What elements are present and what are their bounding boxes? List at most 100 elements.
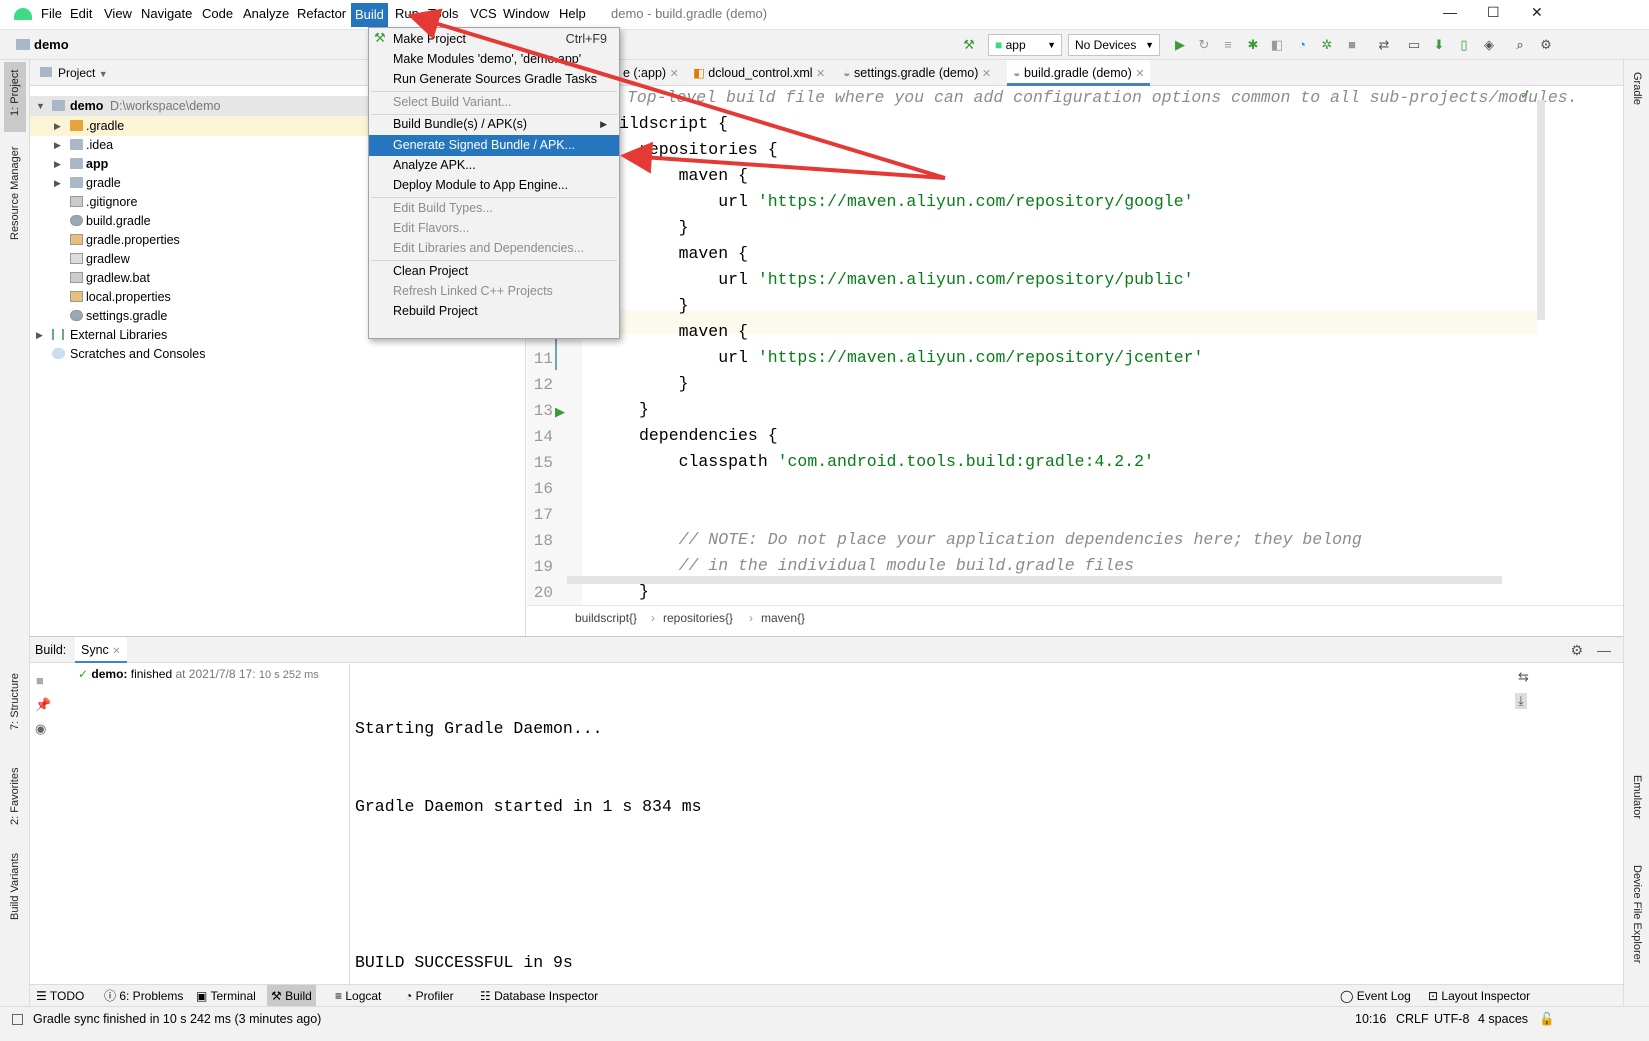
close-icon[interactable]: ✕ — [670, 68, 679, 80]
tool-terminal[interactable]: ▣ Terminal — [196, 985, 256, 1007]
menu-item-refresh-cpp[interactable]: Refresh Linked C++ Projects — [369, 281, 619, 302]
soft-wrap-icon[interactable]: ⇆ — [1518, 669, 1529, 685]
code-line[interactable]: url 'https://maven.aliyun.com/repository… — [639, 348, 1203, 367]
run-config-select[interactable]: ■ app ▼ — [988, 34, 1062, 56]
chevron-right-icon[interactable]: ▶ — [54, 154, 61, 174]
sdk-manager-icon[interactable]: ⬇ — [1432, 38, 1446, 52]
run-gutter-icon[interactable]: ▶ — [555, 404, 565, 420]
breadcrumb-buildscript[interactable]: buildscript{} — [575, 606, 637, 630]
breadcrumb-repositories[interactable]: repositories{} — [663, 606, 733, 630]
build-task-row[interactable]: ✓ demo: finished at 2021/7/8 17: 10 s 25… — [78, 664, 319, 684]
tab-structure[interactable]: 7: Structure — [9, 673, 21, 730]
menu-item-build-bundles[interactable]: Build Bundle(s) / APK(s) ▶ — [369, 114, 619, 135]
menu-window[interactable]: Window — [503, 6, 549, 21]
minimize-panel-icon[interactable]: — — [1597, 637, 1611, 663]
code-line[interactable]: } — [639, 582, 649, 601]
chevron-right-icon[interactable]: ▶ — [54, 135, 61, 155]
hammer-icon[interactable]: ⚒ — [962, 38, 976, 52]
tab-device-file-explorer[interactable]: Device File Explorer — [1631, 865, 1643, 963]
close-icon[interactable]: ✕ — [982, 68, 991, 80]
menu-item-edit-flavors[interactable]: Edit Flavors... — [369, 218, 619, 239]
menu-item-edit-build-types[interactable]: Edit Build Types... — [369, 198, 619, 219]
tab-build-gradle[interactable]: ◒ build.gradle (demo) ✕ — [1007, 60, 1151, 86]
status-message[interactable]: Gradle sync finished in 10 s 242 ms (3 m… — [33, 1012, 321, 1026]
code-line[interactable]: // NOTE: Do not place your application d… — [639, 530, 1362, 549]
menu-item-edit-libraries[interactable]: Edit Libraries and Dependencies... — [369, 238, 619, 259]
tree-item-scratches[interactable]: Scratches and Consoles — [30, 344, 526, 364]
code-line[interactable]: maven { — [639, 322, 748, 341]
code-line[interactable]: classpath 'com.android.tools.build:gradl… — [639, 452, 1154, 471]
code-line[interactable]: } — [639, 218, 689, 237]
pin-icon[interactable]: 📌 — [35, 697, 51, 713]
horizontal-scrollbar[interactable] — [567, 576, 1502, 584]
code-line[interactable]: } — [639, 400, 649, 419]
menu-item-clean-project[interactable]: Clean Project — [369, 261, 619, 282]
tab-settings-gradle[interactable]: ◒ settings.gradle (demo) ✕ — [837, 60, 997, 86]
status-toggle-icon[interactable] — [12, 1014, 23, 1025]
menu-refactor[interactable]: Refactor — [297, 6, 346, 21]
chevron-down-icon[interactable]: ▼ — [36, 96, 45, 116]
tool-layout-inspector[interactable]: ⊡ Layout Inspector — [1428, 985, 1530, 1007]
menu-analyze[interactable]: Analyze — [243, 6, 289, 21]
code-line[interactable]: } — [639, 296, 689, 315]
line-separator[interactable]: CRLF — [1396, 1012, 1429, 1026]
menu-item-generate-signed-bundle[interactable]: Generate Signed Bundle / APK... — [369, 135, 619, 156]
tab-emulator[interactable]: Emulator — [1631, 775, 1643, 819]
gear-icon[interactable]: ⚙ — [1570, 637, 1583, 663]
code-line[interactable]: ildscript { — [619, 114, 728, 133]
code-line[interactable]: url 'https://maven.aliyun.com/repository… — [639, 270, 1193, 289]
lock-icon[interactable]: 🔓 — [1539, 1012, 1555, 1027]
tool-database-inspector[interactable]: ☷ Database Inspector — [480, 985, 598, 1007]
search-icon[interactable]: ⌕ — [1513, 38, 1527, 52]
maximize-icon[interactable]: ☐ — [1487, 4, 1500, 21]
menu-vcs[interactable]: VCS — [470, 6, 497, 21]
close-icon[interactable]: ✕ — [112, 646, 120, 657]
code-line[interactable]: // in the individual module build.gradle… — [639, 556, 1135, 575]
indent-setting[interactable]: 4 spaces — [1478, 1012, 1528, 1026]
debug-icon[interactable]: ✱ — [1246, 38, 1260, 52]
code-line[interactable]: maven { — [639, 244, 748, 263]
tab-sync[interactable]: Sync ✕ — [75, 637, 127, 663]
code-line[interactable]: maven { — [639, 166, 748, 185]
menu-help[interactable]: Help — [559, 6, 586, 21]
caret-position[interactable]: 10:16 — [1355, 1012, 1386, 1026]
scroll-to-end-icon[interactable]: ⤓ — [1515, 693, 1527, 709]
apply-changes-icon[interactable]: ↻ — [1197, 38, 1211, 52]
chevron-right-icon[interactable]: ▶ — [54, 116, 61, 136]
menu-navigate[interactable]: Navigate — [141, 6, 192, 21]
menu-item-rebuild-project[interactable]: Rebuild Project — [369, 301, 619, 322]
menu-item-make-modules[interactable]: Make Modules 'demo', 'demo.app' — [369, 49, 619, 70]
tab-build-variants[interactable]: Build Variants — [9, 853, 21, 920]
menu-item-generate-sources[interactable]: Run Generate Sources Gradle Tasks — [369, 69, 619, 90]
run-icon[interactable]: ▶ — [1173, 38, 1187, 52]
minimize-icon[interactable]: — — [1443, 4, 1457, 20]
code-line[interactable]: } — [639, 374, 689, 393]
file-encoding[interactable]: UTF-8 — [1434, 1012, 1469, 1026]
tab-gradle[interactable]: Gradle — [1631, 72, 1643, 105]
tool-problems[interactable]: ⓘ 6: Problems — [104, 985, 183, 1007]
close-icon[interactable]: ✕ — [1531, 4, 1543, 21]
tool-profiler[interactable]: ◔ Profiler — [405, 985, 454, 1007]
breadcrumb-maven[interactable]: maven{} — [761, 606, 805, 630]
menu-item-make-project[interactable]: Make Project Ctrl+F9 — [369, 29, 619, 50]
menu-build[interactable]: Build — [351, 3, 388, 27]
tool-logcat[interactable]: ≡ Logcat — [335, 985, 381, 1007]
menu-code[interactable]: Code — [202, 6, 233, 21]
menu-edit[interactable]: Edit — [70, 6, 92, 21]
sync-project-icon[interactable]: ⇄ — [1377, 38, 1391, 52]
attach-debugger-icon[interactable]: ✲ — [1320, 38, 1334, 52]
settings-icon[interactable]: ⚙ — [1539, 38, 1553, 52]
close-icon[interactable]: ✕ — [816, 68, 825, 80]
menu-item-deploy-app-engine[interactable]: Deploy Module to App Engine... — [369, 175, 619, 196]
menu-item-select-build-variant[interactable]: Select Build Variant... — [369, 92, 619, 113]
code-line[interactable]: repositories { — [639, 140, 778, 159]
eye-icon[interactable]: ◉ — [35, 721, 46, 737]
profile-icon[interactable]: ◔ — [1295, 38, 1309, 52]
stop-icon[interactable]: ■ — [36, 673, 44, 688]
menu-view[interactable]: View — [104, 6, 132, 21]
code-line[interactable]: dependencies { — [639, 426, 778, 445]
chevron-right-icon[interactable]: ▶ — [54, 173, 61, 193]
tab-app-file[interactable]: e (:app) ✕ — [617, 60, 685, 86]
tab-resource-manager[interactable]: Resource Manager — [9, 146, 21, 240]
menu-tools[interactable]: Tools — [428, 6, 458, 21]
